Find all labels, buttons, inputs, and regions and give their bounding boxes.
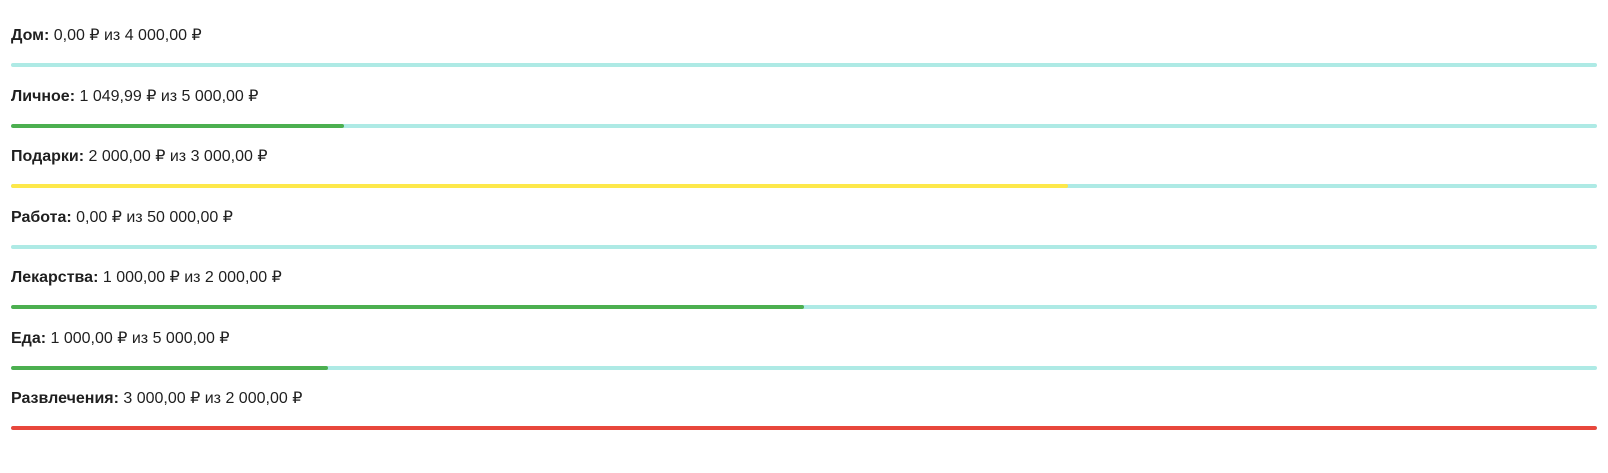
row-label: Еда: 1 000,00 ₽ из 5 000,00 ₽ <box>11 330 230 347</box>
category-amount: 2 000,00 ₽ из 3 000,00 ₽ <box>88 148 268 165</box>
budget-row-personal: Личное: 1 049,99 ₽ из 5 000,00 ₽ <box>11 61 1597 128</box>
budget-row-medicine: Лекарства: 1 000,00 ₽ из 2 000,00 ₽ <box>11 242 1597 309</box>
category-name: Личное <box>11 88 70 105</box>
category-name: Работа <box>11 209 67 226</box>
row-label: Личное: 1 049,99 ₽ из 5 000,00 ₽ <box>11 88 259 105</box>
budget-category-list: Дом: 0,00 ₽ из 4 000,00 ₽ Личное: 1 049,… <box>0 0 1608 473</box>
budget-row-food: Еда: 1 000,00 ₽ из 5 000,00 ₽ <box>11 303 1597 370</box>
category-amount: 3 000,00 ₽ из 2 000,00 ₽ <box>123 390 303 407</box>
row-label: Дом: 0,00 ₽ из 4 000,00 ₽ <box>11 27 202 44</box>
budget-row-work: Работа: 0,00 ₽ из 50 000,00 ₽ <box>11 182 1597 249</box>
category-name: Подарки <box>11 148 79 165</box>
budget-row-home: Дом: 0,00 ₽ из 4 000,00 ₽ <box>11 0 1597 67</box>
row-label: Работа: 0,00 ₽ из 50 000,00 ₽ <box>11 209 233 226</box>
progress-bar <box>11 426 1597 430</box>
category-amount: 0,00 ₽ из 4 000,00 ₽ <box>53 27 202 44</box>
row-label: Подарки: 2 000,00 ₽ из 3 000,00 ₽ <box>11 148 268 165</box>
category-amount: 1 000,00 ₽ из 5 000,00 ₽ <box>50 330 230 347</box>
category-name: Еда <box>11 330 41 347</box>
category-amount: 1 000,00 ₽ из 2 000,00 ₽ <box>102 269 282 286</box>
budget-row-entertainment: Развлечения: 3 000,00 ₽ из 2 000,00 ₽ <box>11 363 1597 430</box>
row-label: Развлечения: 3 000,00 ₽ из 2 000,00 ₽ <box>11 390 303 407</box>
row-label: Лекарства: 1 000,00 ₽ из 2 000,00 ₽ <box>11 269 282 286</box>
budget-row-gifts: Подарки: 2 000,00 ₽ из 3 000,00 ₽ <box>11 121 1597 188</box>
progress-bar-fill <box>11 426 1597 430</box>
category-name: Дом <box>11 27 44 44</box>
category-amount: 0,00 ₽ из 50 000,00 ₽ <box>76 209 233 226</box>
category-amount: 1 049,99 ₽ из 5 000,00 ₽ <box>79 88 259 105</box>
category-name: Развлечения <box>11 390 114 407</box>
category-name: Лекарства <box>11 269 94 286</box>
